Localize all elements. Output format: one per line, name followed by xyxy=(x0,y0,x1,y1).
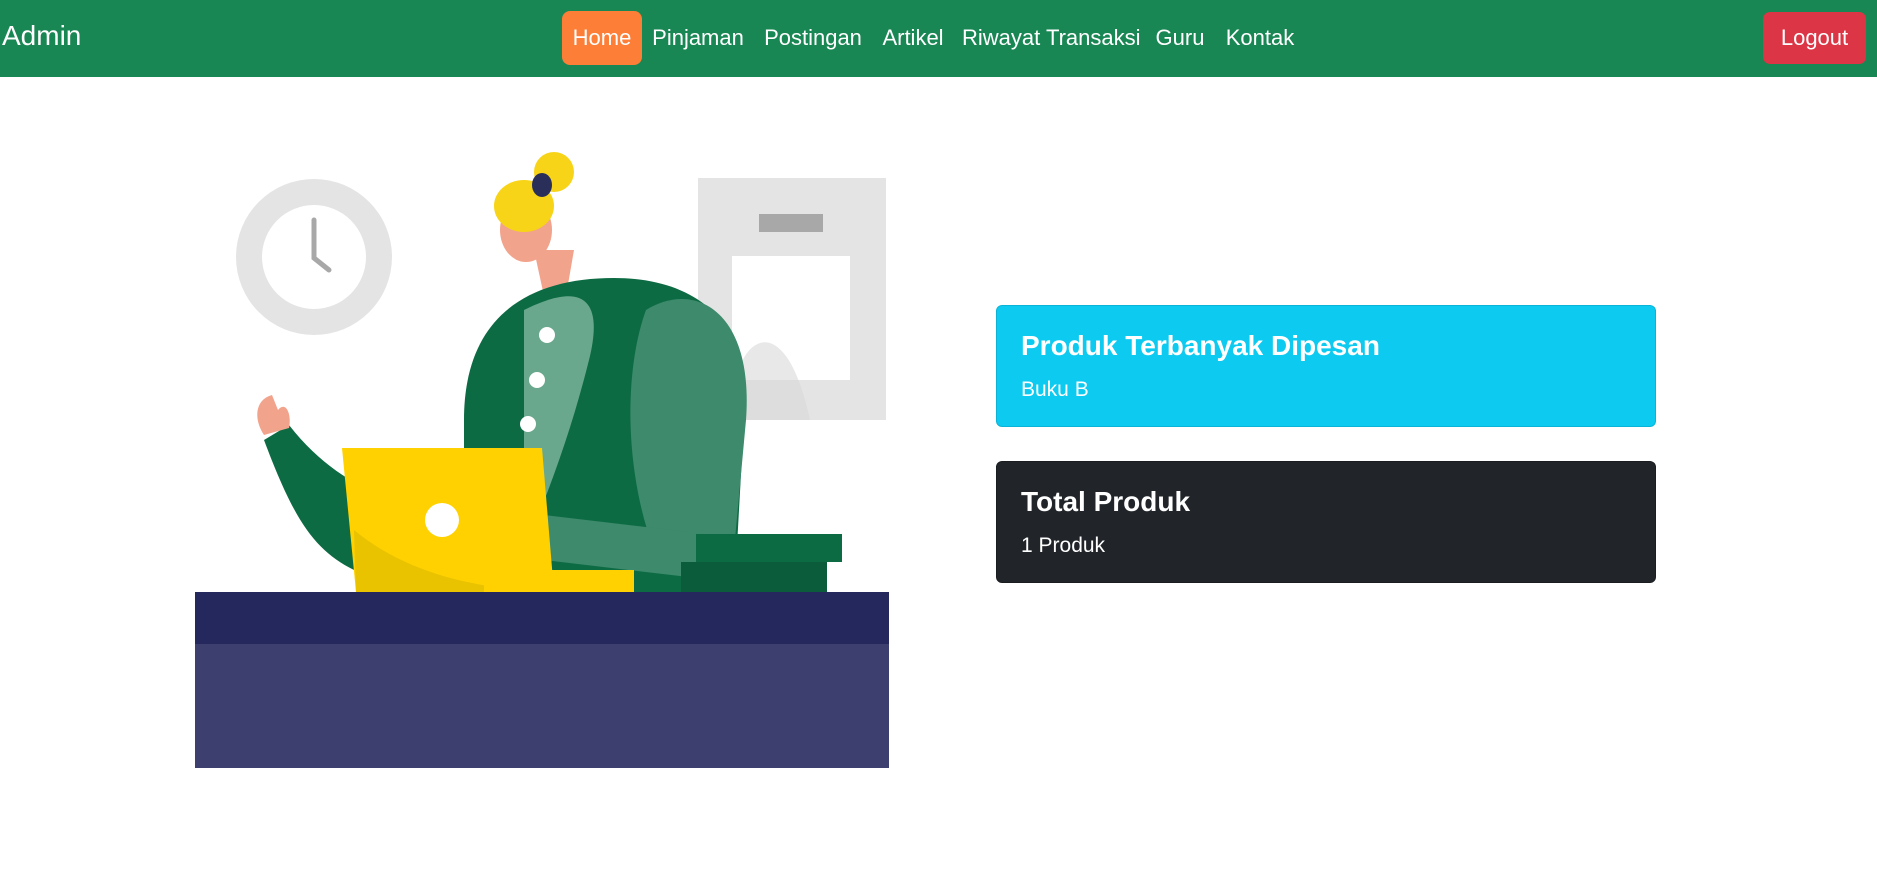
navbar-brand[interactable]: Admin xyxy=(2,20,81,52)
top-product-title: Produk Terbanyak Dipesan xyxy=(1021,330,1380,361)
nav-link-riwayat-transaksi[interactable]: Riwayat Transaksi xyxy=(962,11,1141,65)
total-product-card: Total Produk 1 Produk xyxy=(996,461,1656,583)
logout-button[interactable]: Logout xyxy=(1763,12,1866,64)
woman-working-on-laptop-illustration xyxy=(195,152,889,768)
total-product-value: 1 Produk xyxy=(1021,534,1106,557)
nav-link-kontak[interactable]: Kontak xyxy=(1222,11,1298,65)
hero-illustration xyxy=(194,150,894,770)
nav-link-home[interactable]: Home xyxy=(562,11,642,65)
top-product-value: Buku B xyxy=(1021,378,1089,401)
nav-link-guru[interactable]: Guru xyxy=(1152,11,1208,65)
total-product-title: Total Produk xyxy=(1021,486,1191,517)
nav-link-pinjaman[interactable]: Pinjaman xyxy=(648,11,748,65)
nav-link-postingan[interactable]: Postingan xyxy=(760,11,866,65)
top-product-card: Produk Terbanyak Dipesan Buku B xyxy=(996,305,1656,427)
wall-clock-icon xyxy=(236,179,392,335)
nav-link-artikel[interactable]: Artikel xyxy=(878,11,948,65)
top-navbar: Admin Home Pinjaman Postingan Artikel Ri… xyxy=(0,0,1877,77)
